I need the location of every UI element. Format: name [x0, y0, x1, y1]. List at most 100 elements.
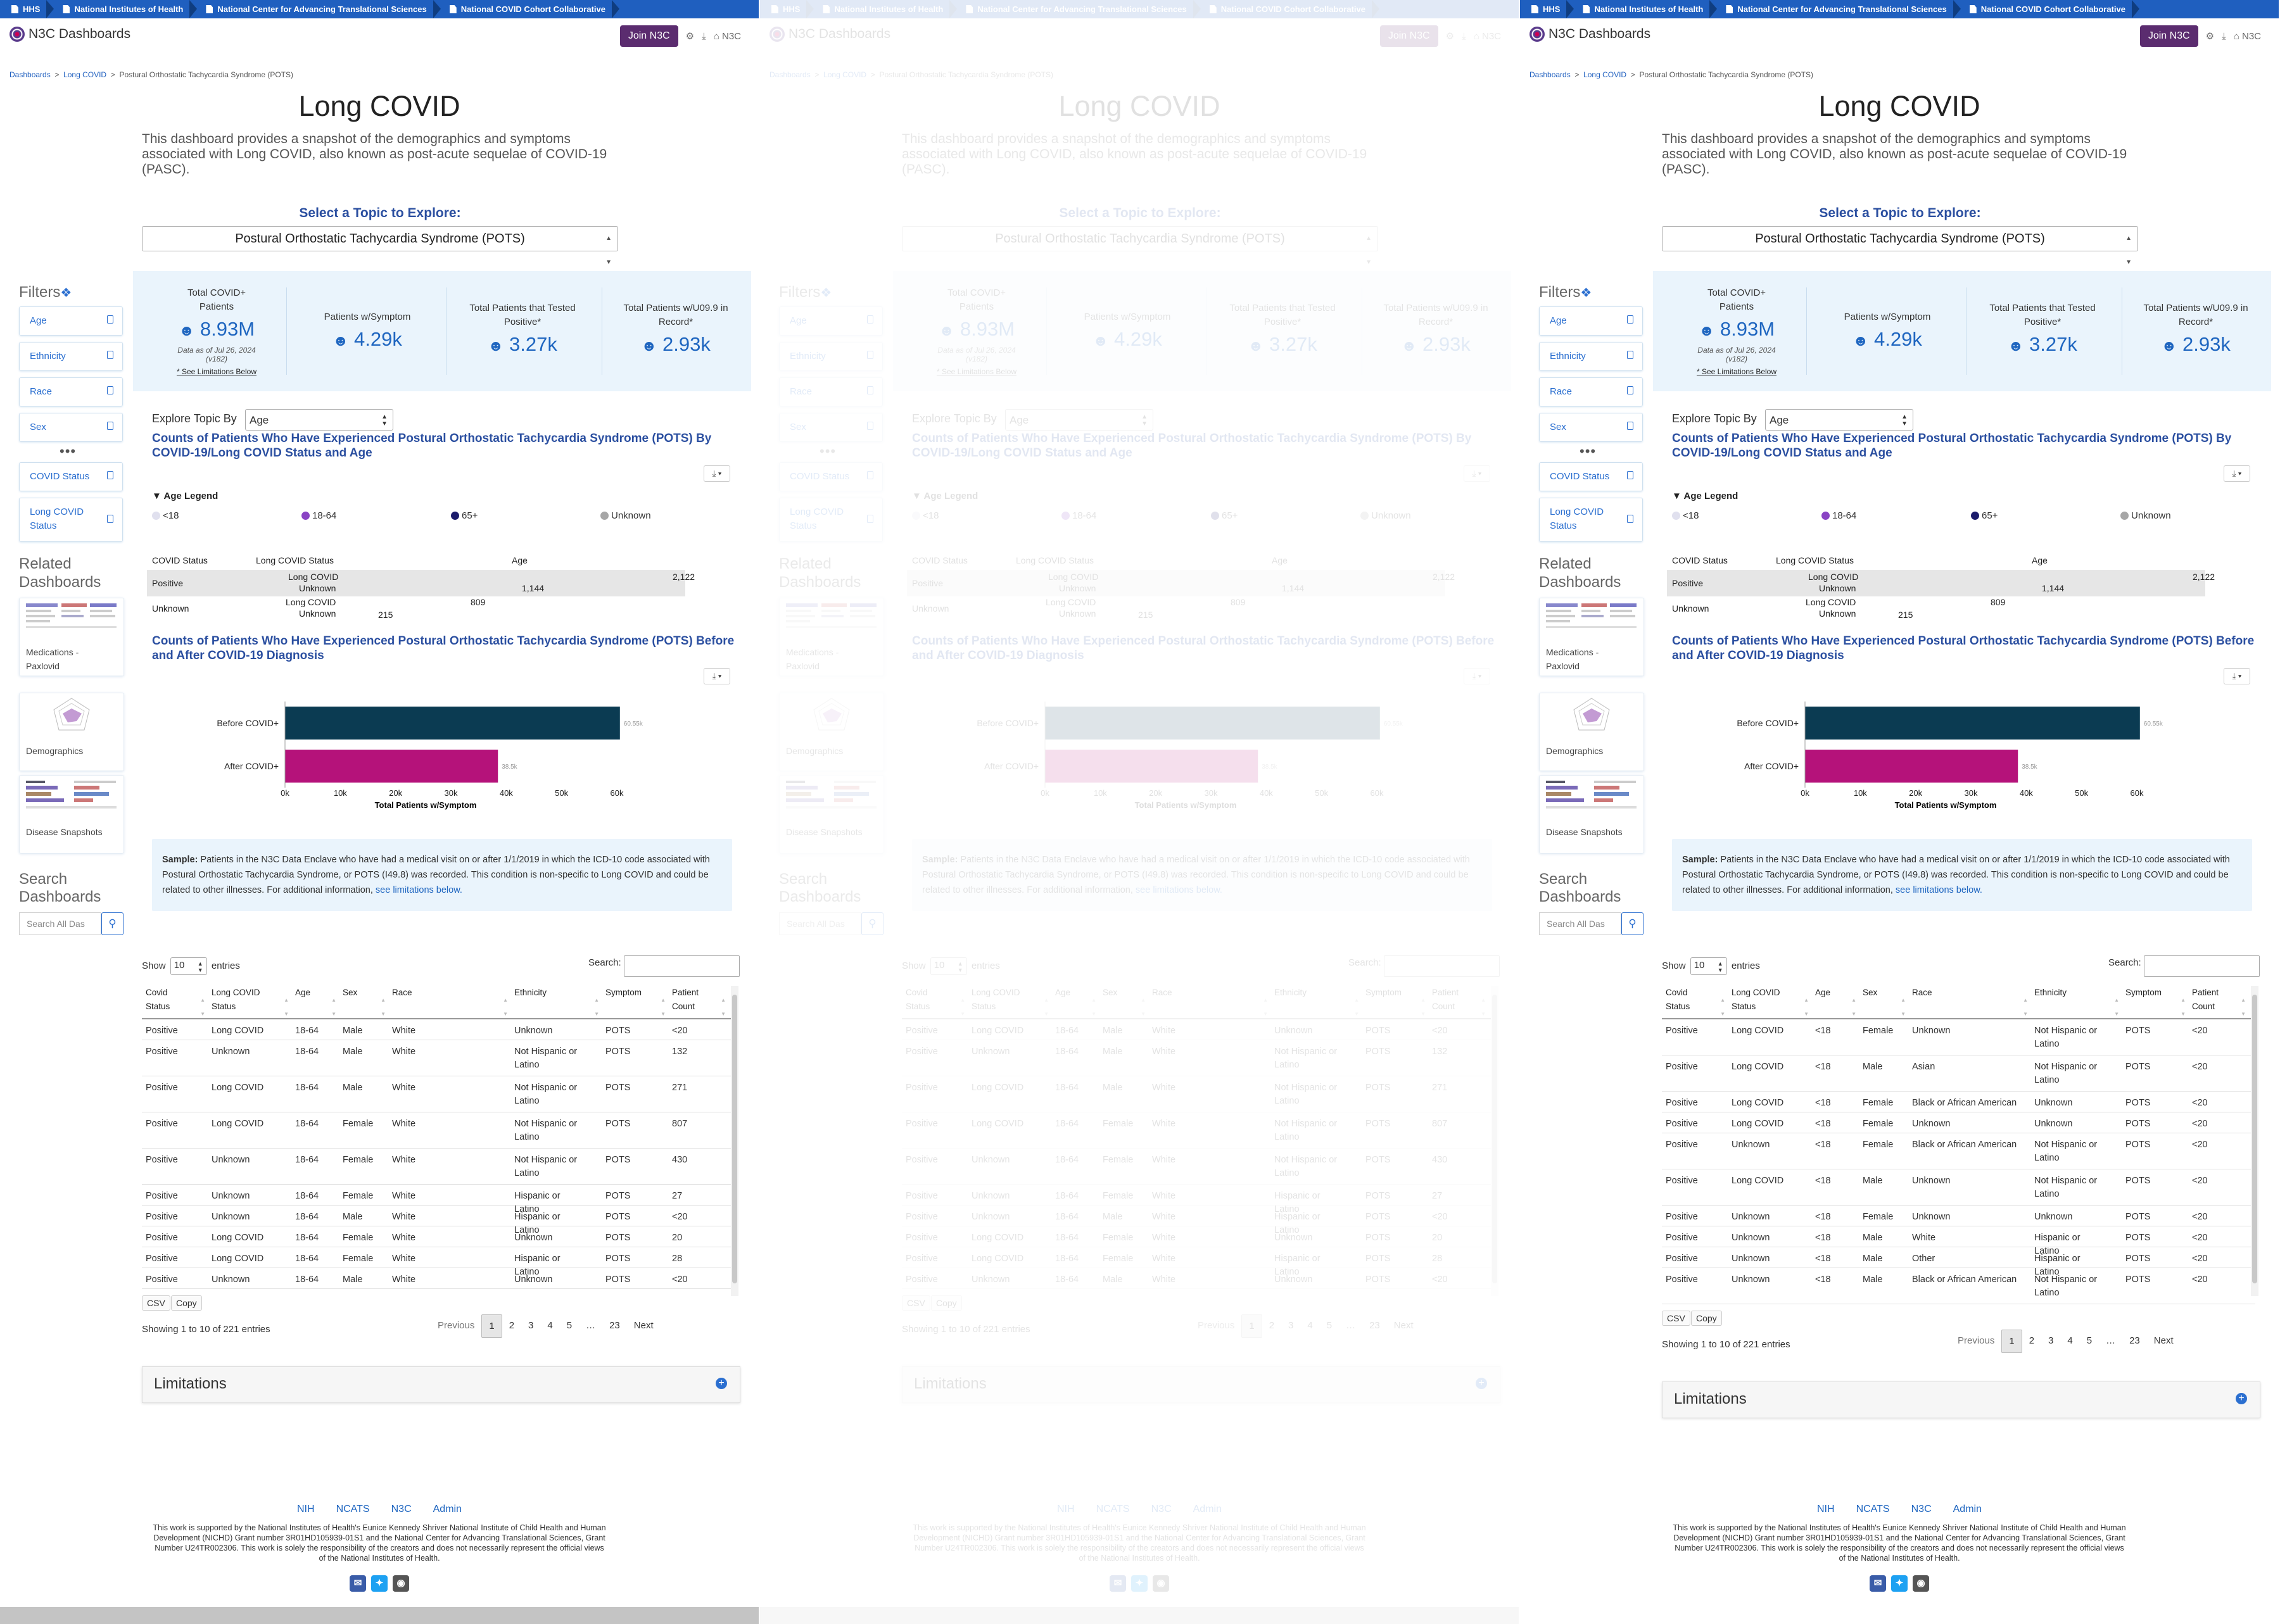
plus-icon[interactable]: +: [1476, 1378, 1487, 1389]
csv-button[interactable]: CSV: [902, 1295, 930, 1311]
download-icon[interactable]: ⤓: [2222, 31, 2226, 42]
legend-item-65plus[interactable]: 65+: [1971, 510, 1998, 521]
column-header[interactable]: Race ▲ ▼: [1152, 986, 1272, 1017]
legend-item-unknown[interactable]: Unknown: [600, 510, 651, 521]
page-link[interactable]: 4: [1300, 1314, 1319, 1338]
page-size-select[interactable]: 10 ▲ ▼: [930, 957, 967, 975]
github-icon[interactable]: ◉: [1913, 1575, 1929, 1592]
chart2-download-button[interactable]: ⤓ ▾: [1464, 668, 1490, 684]
filter-race[interactable]: Race: [19, 377, 123, 406]
explore-topic-select[interactable]: Age ▲ ▼: [245, 409, 393, 431]
footer-link[interactable]: N3C: [391, 1504, 412, 1514]
home-link[interactable]: ⌂ N3C: [2234, 31, 2261, 42]
search-dashboards-input[interactable]: Search All Das: [779, 912, 861, 935]
filter-ethnicity[interactable]: Ethnicity: [19, 342, 123, 371]
legend-item-18-64[interactable]: 18-64: [1061, 510, 1096, 521]
page-link[interactable]: Next: [2147, 1330, 2181, 1353]
plus-icon[interactable]: +: [2236, 1393, 2247, 1404]
n3c-logo[interactable]: N3C Dashboards: [770, 27, 890, 42]
page-link[interactable]: 5: [560, 1314, 579, 1338]
topic-select[interactable]: Postural Orthostatic Tachycardia Syndrom…: [142, 226, 618, 266]
search-button[interactable]: ⚲: [861, 912, 884, 935]
footer-link[interactable]: NCATS: [1856, 1504, 1890, 1514]
filter-race[interactable]: Race: [1539, 377, 1643, 406]
people-icon[interactable]: ⚙: [2206, 30, 2214, 42]
scroll-thumb[interactable]: [1492, 995, 1497, 1283]
search-dashboards-input[interactable]: Search All Das: [19, 912, 101, 935]
topbar-hhs[interactable]: HHS: [765, 0, 816, 18]
column-header[interactable]: Age ▲ ▼: [1815, 986, 1860, 1017]
topbar-nih[interactable]: National Institutes of Health: [816, 0, 960, 18]
see-limitations-link[interactable]: * See Limitations Below: [172, 367, 261, 376]
see-limitations-link[interactable]: see limitations below.: [376, 885, 462, 895]
legend-item-18-64[interactable]: 18-64: [301, 510, 336, 521]
chart2-bar[interactable]: [1805, 750, 2018, 783]
chart2-bar[interactable]: [285, 750, 498, 783]
footer-link[interactable]: Admin: [1193, 1504, 1222, 1514]
copy-button[interactable]: Copy: [171, 1295, 202, 1311]
page-link[interactable]: 5: [2080, 1330, 2099, 1353]
home-link[interactable]: ⌂ N3C: [1474, 31, 1501, 42]
copy-button[interactable]: Copy: [1691, 1311, 1722, 1326]
topic-select[interactable]: Postural Orthostatic Tachycardia Syndrom…: [902, 226, 1378, 266]
table-scrollbar[interactable]: [731, 986, 738, 1296]
github-icon[interactable]: ◉: [1153, 1575, 1169, 1592]
footer-link[interactable]: NCATS: [1096, 1504, 1130, 1514]
github-icon[interactable]: ◉: [393, 1575, 409, 1592]
topbar-n3c[interactable]: National COVID Cohort Collaborative: [443, 0, 622, 18]
limitations-accordion[interactable]: Limitations +: [1662, 1382, 2260, 1418]
chart2-bar[interactable]: [1805, 707, 2140, 740]
legend-item-18-64[interactable]: 18-64: [1821, 510, 1856, 521]
filter-race[interactable]: Race: [779, 377, 883, 406]
search-button[interactable]: ⚲: [101, 912, 124, 935]
download-icon[interactable]: ⤓: [1462, 31, 1466, 42]
filter-age[interactable]: Age: [779, 306, 883, 336]
people-icon[interactable]: ⚙: [686, 30, 694, 42]
column-header[interactable]: Sex ▲ ▼: [1863, 986, 1910, 1017]
page-link[interactable]: 2: [1262, 1314, 1281, 1338]
column-header[interactable]: Symptom ▲ ▼: [2125, 986, 2189, 1017]
see-limitations-link[interactable]: see limitations below.: [1136, 885, 1222, 895]
breadcrumb-long-covid[interactable]: Long COVID: [823, 70, 866, 79]
topbar-ncats[interactable]: National Center for Advancing Translatio…: [1720, 0, 1963, 18]
column-header[interactable]: Covid Status ▲ ▼: [906, 986, 969, 1017]
related-disease-snapshots[interactable]: Disease Snapshots: [779, 775, 884, 853]
topbar-nih[interactable]: National Institutes of Health: [1576, 0, 1720, 18]
column-header[interactable]: Covid Status ▲ ▼: [1666, 986, 1729, 1017]
n3c-logo[interactable]: N3C Dashboards: [1530, 27, 1650, 42]
filter-age[interactable]: Age: [19, 306, 123, 336]
join-n3c-button[interactable]: Join N3C: [2139, 25, 2198, 47]
chart1-download-button[interactable]: ⤓ ▾: [2224, 465, 2250, 482]
twitter-icon[interactable]: ✦: [1131, 1575, 1148, 1592]
email-icon[interactable]: ✉: [1870, 1575, 1886, 1592]
topbar-ncats[interactable]: National Center for Advancing Translatio…: [960, 0, 1203, 18]
footer-link[interactable]: Admin: [1953, 1504, 1982, 1514]
page-size-select[interactable]: 10 ▲ ▼: [1690, 957, 1727, 975]
column-header[interactable]: Sex ▲ ▼: [343, 986, 390, 1017]
page-link[interactable]: 23: [1362, 1314, 1387, 1338]
topbar-ncats[interactable]: National Center for Advancing Translatio…: [200, 0, 443, 18]
footer-link[interactable]: N3C: [1911, 1504, 1932, 1514]
n3c-logo[interactable]: N3C Dashboards: [10, 27, 130, 42]
chart2-download-button[interactable]: ⤓ ▾: [2224, 668, 2250, 684]
legend-item-unknown[interactable]: Unknown: [2120, 510, 2171, 521]
chart1-download-button[interactable]: ⤓ ▾: [704, 465, 730, 482]
related-demographics[interactable]: Demographics: [779, 693, 884, 771]
legend-item-65plus[interactable]: 65+: [1211, 510, 1238, 521]
scroll-thumb[interactable]: [2252, 995, 2257, 1283]
page-link[interactable]: 3: [1281, 1314, 1300, 1338]
twitter-icon[interactable]: ✦: [1891, 1575, 1908, 1592]
people-icon[interactable]: ⚙: [1446, 30, 1454, 42]
page-link[interactable]: 3: [521, 1314, 540, 1338]
legend-item-65plus[interactable]: 65+: [451, 510, 478, 521]
column-header[interactable]: Age ▲ ▼: [295, 986, 340, 1017]
filter-sex[interactable]: Sex: [19, 413, 123, 442]
topbar-n3c[interactable]: National COVID Cohort Collaborative: [1963, 0, 2142, 18]
related-disease-snapshots[interactable]: Disease Snapshots: [19, 775, 124, 853]
table-search-input[interactable]: [624, 955, 740, 977]
page-link[interactable]: Previous: [431, 1314, 481, 1338]
pin-icon[interactable]: ❖: [1580, 286, 1592, 300]
footer-link[interactable]: NIH: [1057, 1504, 1075, 1514]
plus-icon[interactable]: +: [716, 1378, 727, 1389]
chart2-download-button[interactable]: ⤓ ▾: [704, 668, 730, 684]
